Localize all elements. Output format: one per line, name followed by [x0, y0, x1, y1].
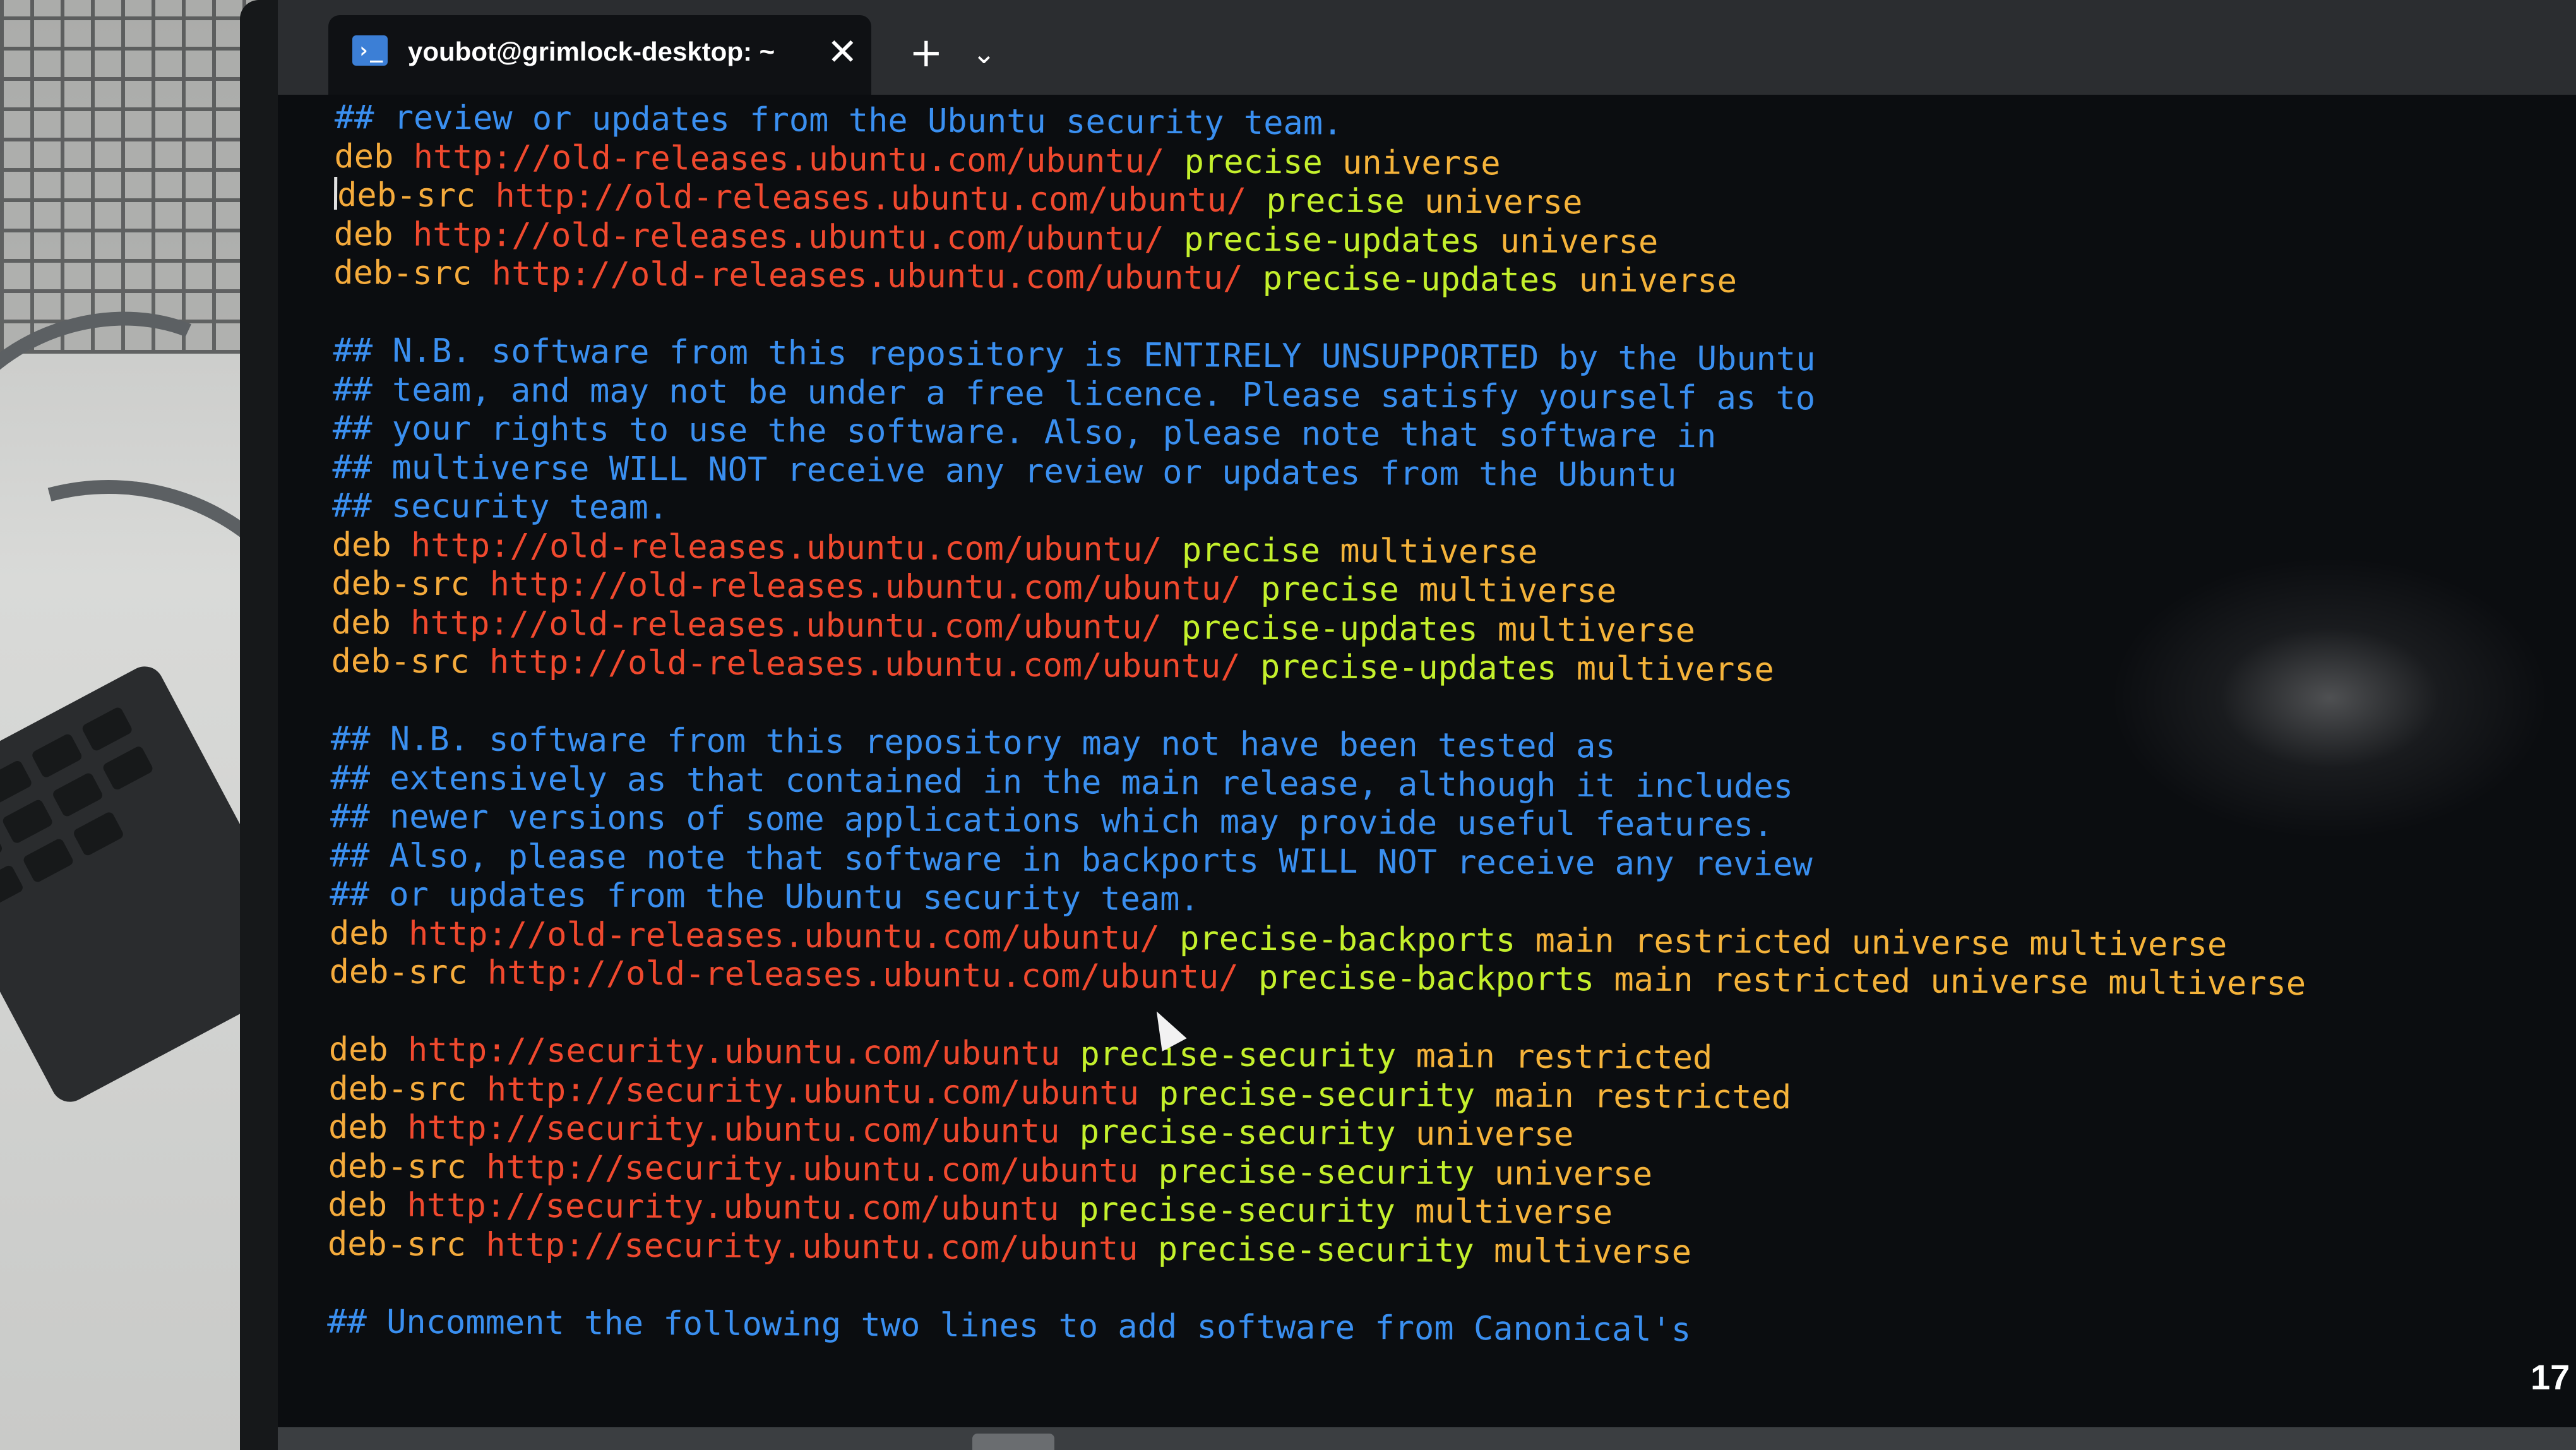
terminal-icon: ›_: [352, 35, 388, 66]
chevron-down-icon[interactable]: ⌄: [972, 38, 996, 70]
line-keyword: deb-src: [329, 952, 468, 992]
line-components: multiverse: [1414, 1192, 1613, 1232]
line-keyword: deb: [328, 1030, 388, 1069]
line-components: main restricted universe multiverse: [1614, 961, 2306, 1004]
line-distribution: precise-backports: [1179, 919, 1516, 959]
line-distribution: precise-updates: [1181, 608, 1478, 649]
line-components: universe: [1578, 261, 1738, 301]
line-url: http://security.ubuntu.com/ubuntu: [486, 1225, 1138, 1268]
line-url: http://old-releases.ubuntu.com/ubuntu/: [410, 526, 1162, 569]
line-url: http://old-releases.ubuntu.com/ubuntu/: [410, 604, 1162, 647]
line-keyword: deb: [329, 914, 390, 953]
line-components: multiverse: [1340, 532, 1538, 572]
line-distribution: precise-security: [1079, 1113, 1396, 1153]
line-keyword: deb-src: [337, 176, 476, 215]
line-components: multiverse: [1418, 571, 1617, 611]
new-tab-button[interactable]: +: [909, 33, 943, 73]
line-url: http://old-releases.ubuntu.com/ubuntu/: [491, 255, 1243, 297]
line-components: universe: [1424, 183, 1583, 222]
line-distribution: precise-security: [1159, 1074, 1476, 1115]
line-url: http://security.ubuntu.com/ubuntu: [407, 1186, 1059, 1229]
line-text: ## Uncomment the following two lines to …: [326, 1302, 1691, 1349]
line-keyword: deb: [328, 1185, 388, 1225]
line-url: http://security.ubuntu.com/ubuntu: [407, 1108, 1060, 1151]
line-distribution: precise-security: [1157, 1230, 1474, 1270]
line-url: http://old-releases.ubuntu.com/ubuntu/: [408, 914, 1160, 957]
close-icon[interactable]: ✕: [827, 30, 858, 73]
line-url: http://old-releases.ubuntu.com/ubuntu/: [487, 954, 1239, 997]
line-distribution: precise: [1266, 182, 1405, 221]
line-url: http://security.ubuntu.com/ubuntu: [486, 1070, 1140, 1113]
line-distribution: precise-updates: [1260, 647, 1557, 688]
line-distribution: precise: [1181, 530, 1321, 570]
line-keyword: deb-src: [331, 564, 470, 604]
tab-title: youbot@grimlock-desktop: ~: [408, 37, 775, 66]
line-components: multiverse: [1576, 650, 1775, 689]
line-text: ## review or updates from the Ubuntu sec…: [334, 99, 1343, 143]
line-distribution: precise-backports: [1258, 958, 1595, 999]
line-distribution: precise: [1184, 142, 1323, 182]
wire-mesh-background: [0, 0, 278, 354]
line-keyword: deb-src: [328, 1069, 467, 1108]
line-components: universe: [1494, 1154, 1653, 1194]
line-keyword: deb-src: [331, 642, 470, 681]
screen-glare: [2109, 556, 2551, 840]
line-distribution: precise-updates: [1262, 259, 1559, 299]
title-bar: ›_ youbot@grimlock-desktop: ~ ✕ + ⌄: [278, 0, 2576, 95]
line-components: universe: [1415, 1115, 1574, 1154]
line-keyword: deb: [331, 603, 391, 642]
line-distribution: precise: [1260, 570, 1400, 609]
line-distribution: precise-updates: [1183, 220, 1481, 260]
line-url: http://old-releases.ubuntu.com/ubuntu/: [495, 177, 1247, 220]
line-text: ## or updates from the Ubuntu security t…: [330, 875, 1200, 919]
line-components: main restricted: [1416, 1037, 1713, 1077]
line-components: multiverse: [1497, 610, 1696, 650]
line-distribution: precise-security: [1158, 1152, 1475, 1192]
line-components: multiverse: [1493, 1231, 1692, 1271]
tab-terminal[interactable]: ›_ youbot@grimlock-desktop: ~ ✕: [328, 15, 871, 95]
line-url: http://security.ubuntu.com/ubuntu: [407, 1031, 1061, 1074]
line-url: http://old-releases.ubuntu.com/ubuntu/: [413, 138, 1165, 181]
line-keyword: deb-src: [333, 253, 472, 293]
line-keyword: deb: [333, 215, 393, 254]
line-components: universe: [1342, 143, 1501, 183]
line-keyword: deb: [334, 137, 394, 176]
line-text: ## N.B. software from this repository ma…: [330, 719, 1616, 766]
line-keyword: deb-src: [328, 1147, 467, 1186]
line-components: main restricted: [1494, 1076, 1792, 1117]
line-distribution: precise-security: [1078, 1190, 1396, 1231]
taskbar: [278, 1427, 2576, 1450]
line-components: universe: [1500, 222, 1659, 261]
line-url: http://old-releases.ubuntu.com/ubuntu/: [412, 215, 1164, 258]
line-url: http://old-releases.ubuntu.com/ubuntu/: [489, 565, 1241, 608]
taskbar-item[interactable]: [972, 1434, 1054, 1450]
taskbar-clock: 17: [2531, 1357, 2570, 1397]
line-text: ## your rights to use the software. Also…: [332, 409, 1717, 456]
line-text: ## multiverse WILL NOT receive any revie…: [332, 448, 1677, 494]
line-keyword: deb: [328, 1108, 388, 1147]
line-components: main restricted universe multiverse: [1535, 921, 2227, 964]
terminal-window: ›_ youbot@grimlock-desktop: ~ ✕ + ⌄ ## r…: [278, 0, 2576, 1427]
line-distribution: precise-security: [1080, 1035, 1397, 1076]
line-keyword: deb: [331, 525, 391, 565]
line-url: http://old-releases.ubuntu.com/ubuntu/: [489, 643, 1241, 686]
line-url: http://security.ubuntu.com/ubuntu: [486, 1147, 1139, 1190]
line-keyword: deb-src: [327, 1225, 467, 1264]
line-text: ## security team.: [331, 486, 669, 527]
